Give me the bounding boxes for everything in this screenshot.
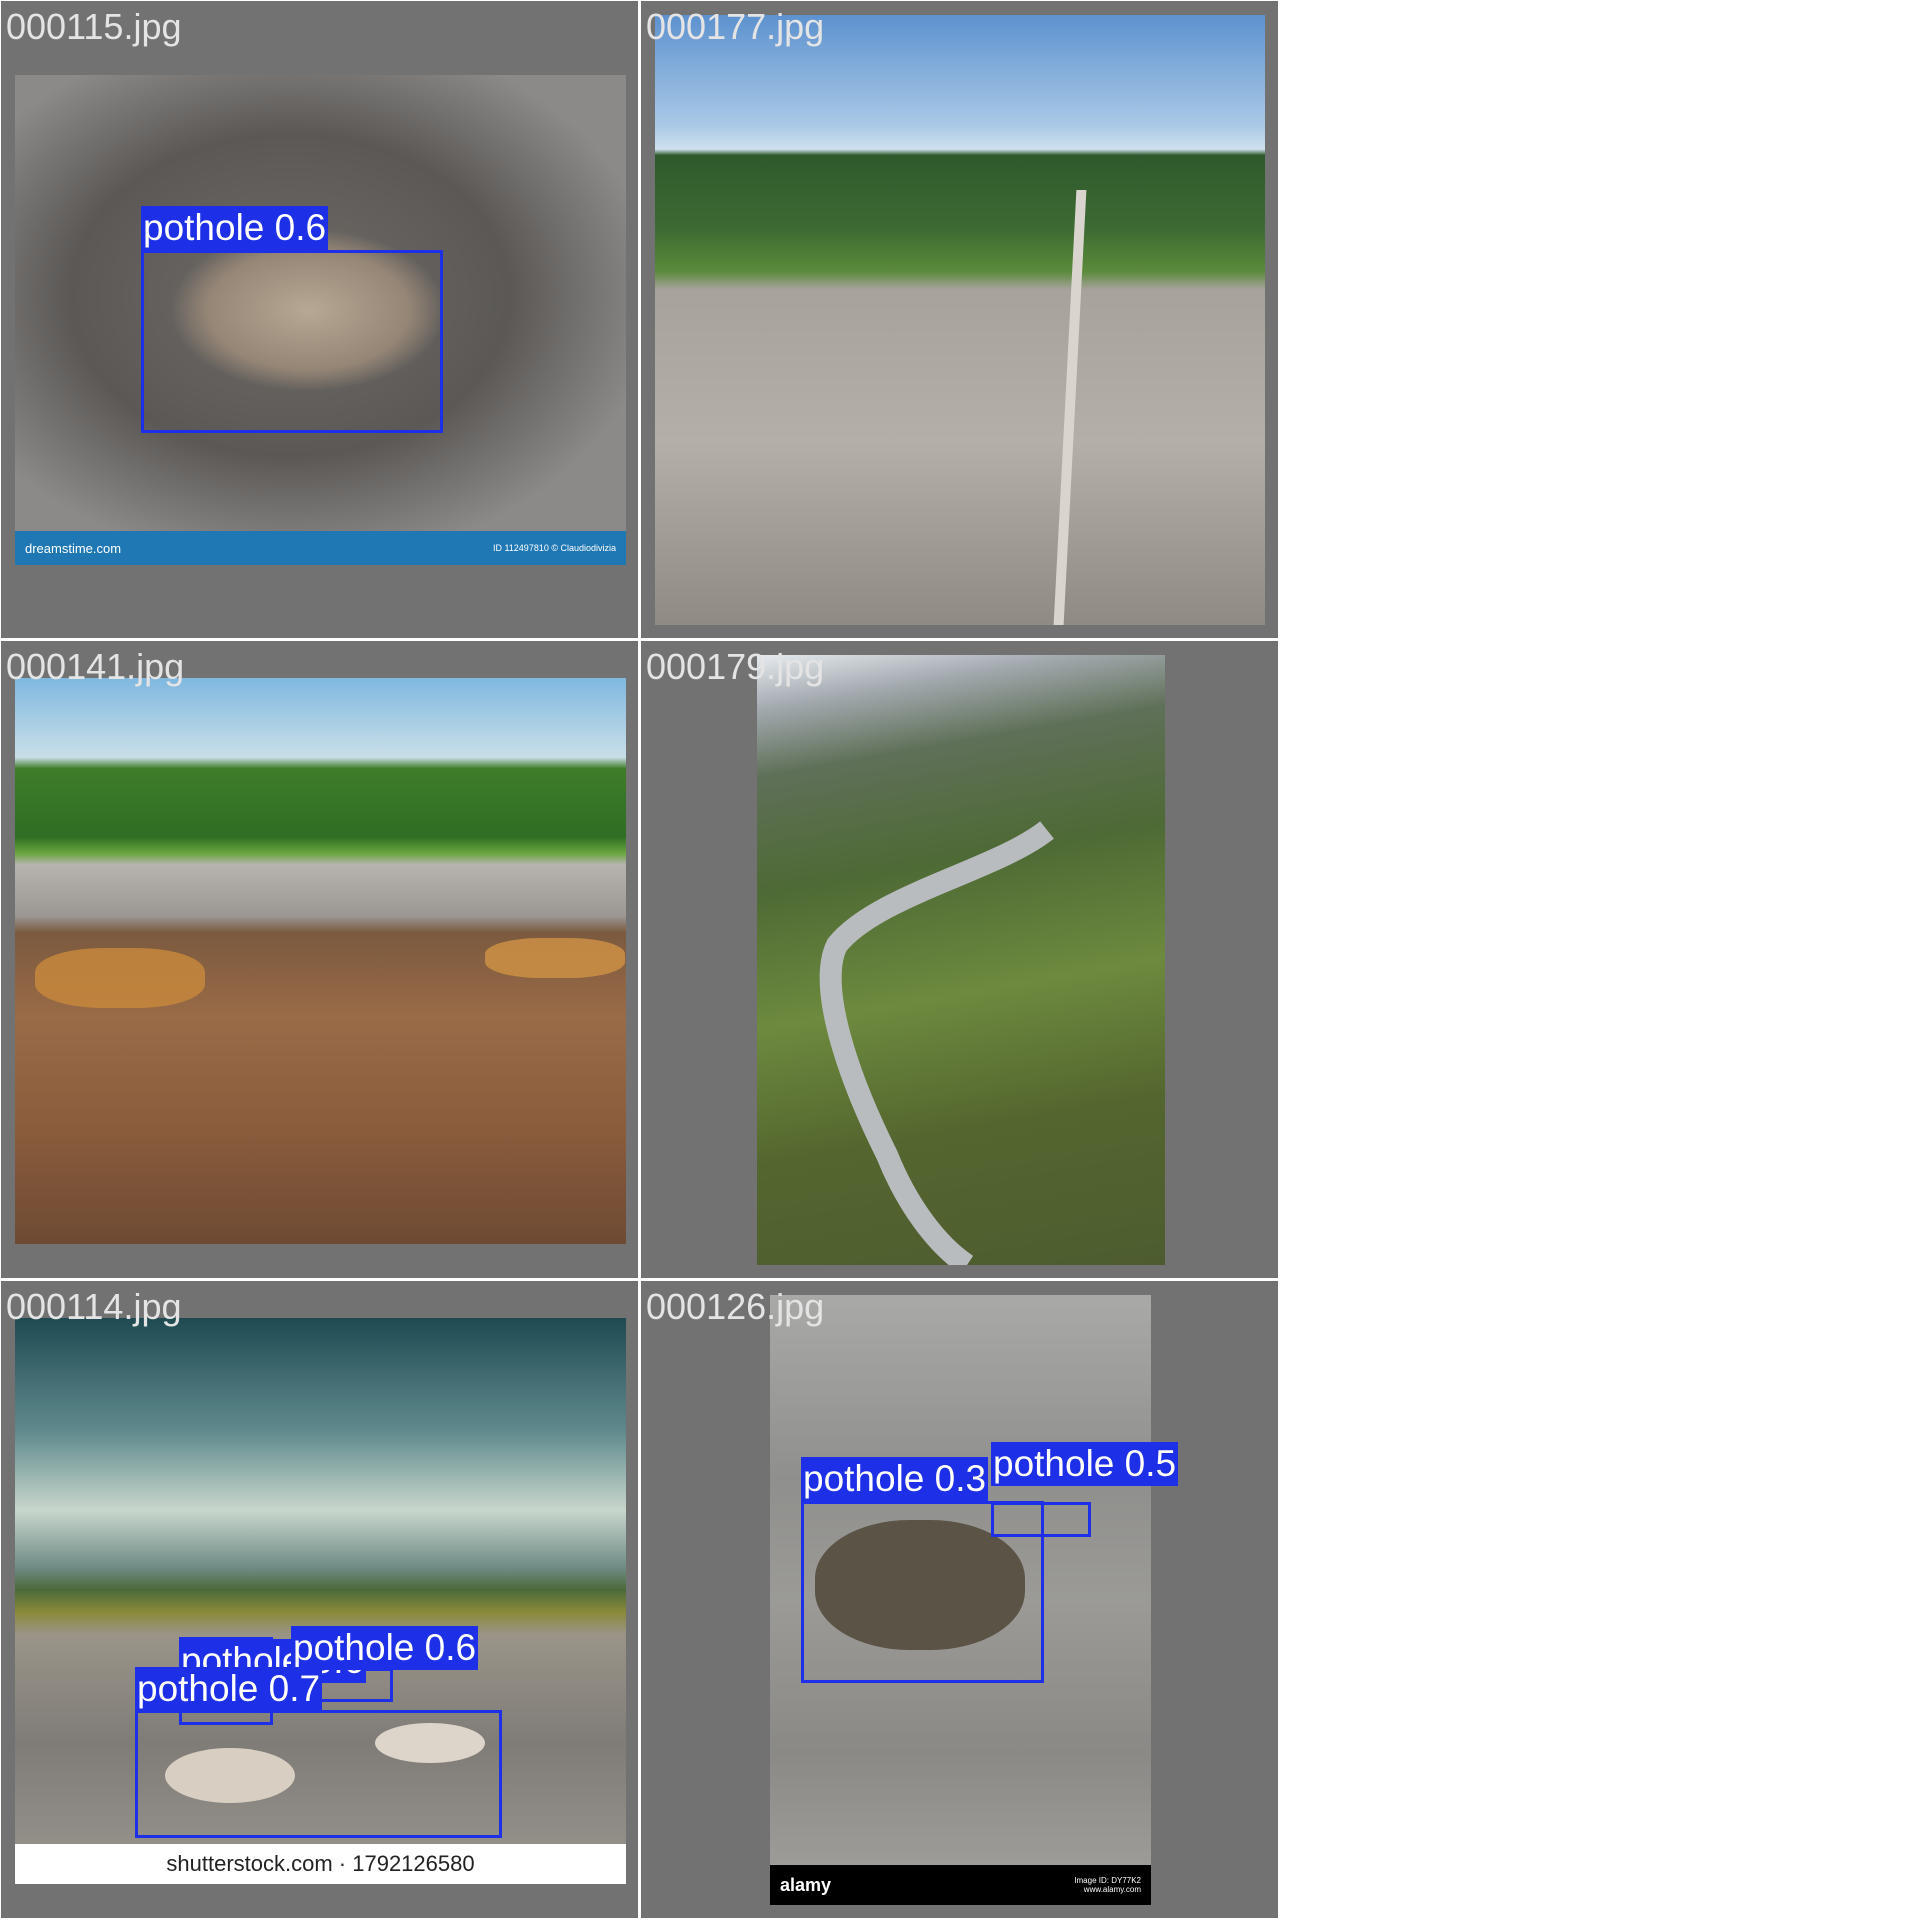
muddy-water-right (485, 938, 625, 978)
watermark-bar: shutterstock.com · 1792126580 (15, 1844, 626, 1884)
watermark-bar: dreamstime.com ID 112497810 © Claudiodiv… (15, 531, 626, 565)
bbox-label: pothole 0.3 (801, 1457, 989, 1501)
photo-mountain-road (757, 655, 1165, 1265)
photo-damaged-road-rubble (15, 678, 626, 1244)
bbox-label: pothole 0.7 (135, 1667, 323, 1711)
tile-000179: 000179.jpg (640, 640, 1279, 1279)
watermark-center: shutterstock.com · 1792126580 (166, 1851, 475, 1876)
tile-filename: 000141.jpg (6, 646, 185, 687)
bbox-pothole (141, 250, 443, 433)
tile-000114: shutterstock.com · 1792126580 pothole 0.… (0, 1280, 639, 1919)
watermark-right: ID 112497810 © Claudiodivizia (492, 543, 616, 553)
detection-mosaic: dreamstime.com ID 112497810 © Claudiodiv… (0, 0, 1280, 1920)
bbox-label: pothole 0.6 (141, 206, 329, 250)
winding-road (819, 821, 1054, 1265)
watermark-right: Image ID: DY77K2 www.alamy.com (1074, 1876, 1141, 1894)
muddy-water-left (35, 948, 205, 1008)
bbox-pothole (991, 1502, 1091, 1537)
bbox-pothole (135, 1710, 502, 1838)
tile-filename: 000126.jpg (646, 1286, 825, 1327)
tile-filename: 000179.jpg (646, 646, 825, 687)
bbox-label: pothole 0.6 (291, 1626, 479, 1670)
tile-000177: 000177.jpg (640, 0, 1279, 639)
winding-road-svg (819, 821, 1054, 1265)
road-center-line (1053, 190, 1087, 625)
tile-000141: 000141.jpg (0, 640, 639, 1279)
watermark-left: dreamstime.com (25, 540, 122, 556)
photo-gravel-road (655, 15, 1265, 625)
tile-filename: 000115.jpg (6, 6, 182, 47)
tile-filename: 000177.jpg (646, 6, 825, 47)
bbox-label: pothole 0.5 (991, 1442, 1179, 1486)
tile-000126: alamy Image ID: DY77K2 www.alamy.com pot… (640, 1280, 1279, 1919)
watermark-bar: alamy Image ID: DY77K2 www.alamy.com (770, 1865, 1151, 1905)
tile-filename: 000114.jpg (6, 1286, 182, 1327)
watermark-left: alamy (780, 1874, 832, 1895)
tile-000115: dreamstime.com ID 112497810 © Claudiodiv… (0, 0, 639, 639)
